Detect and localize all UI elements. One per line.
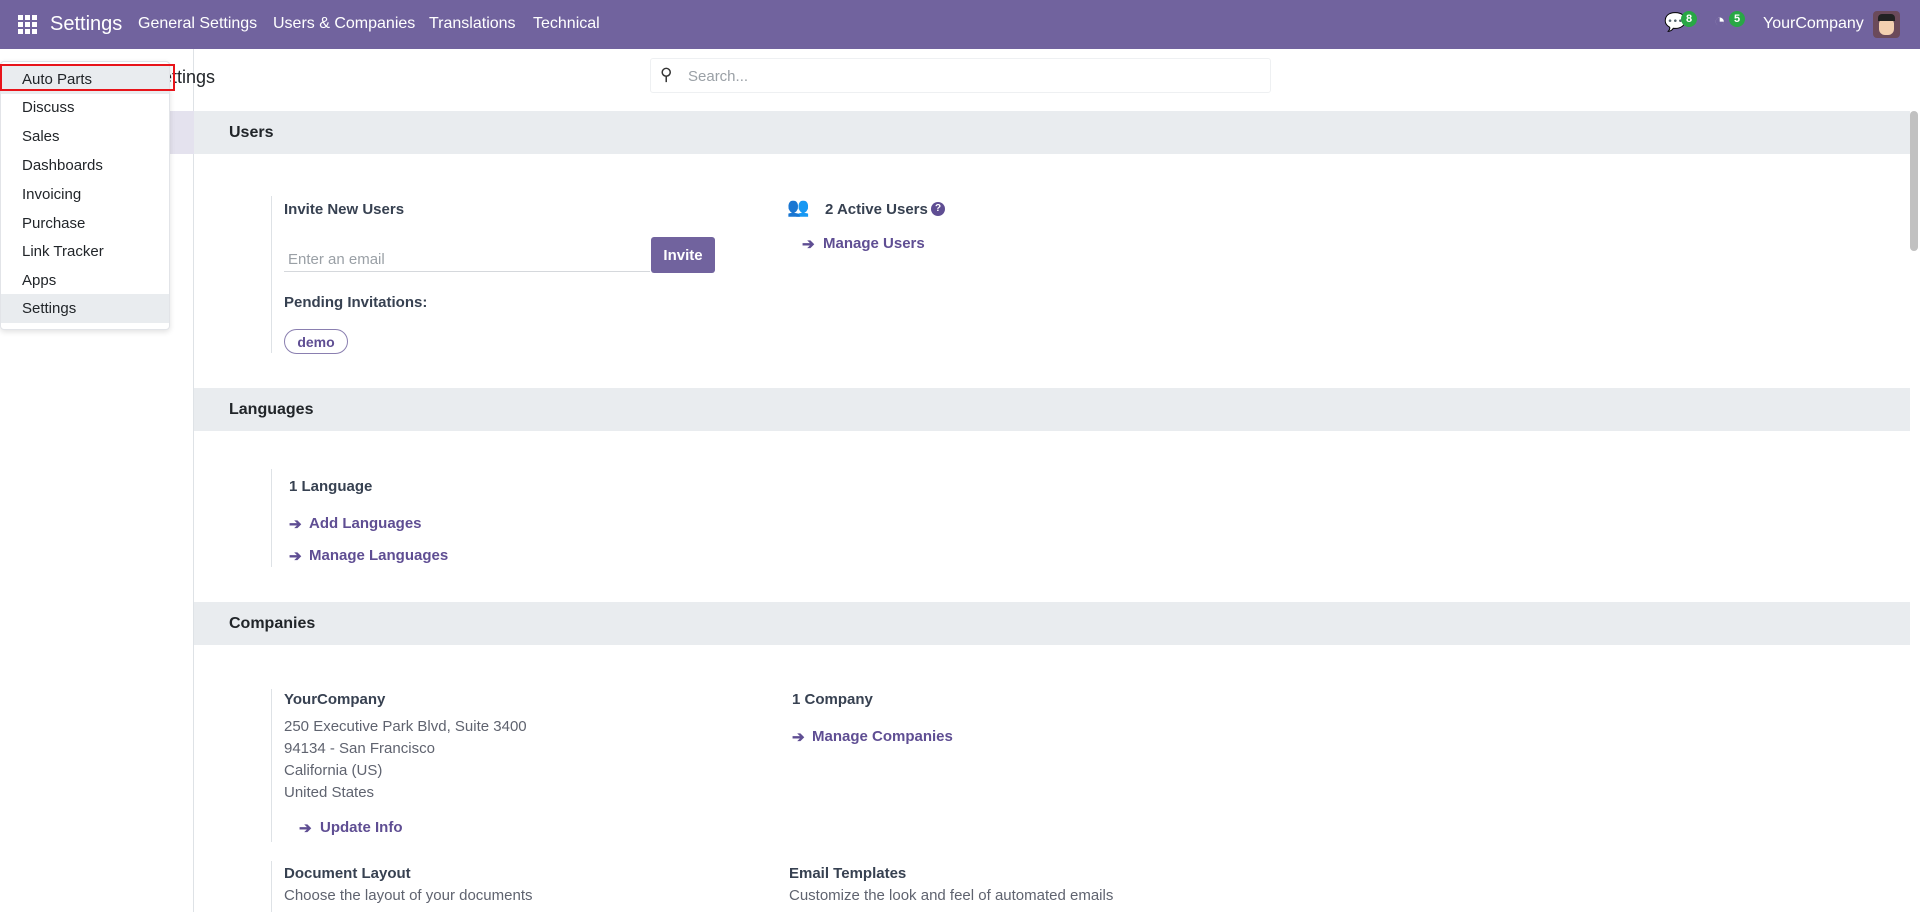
help-icon[interactable]: ?: [931, 202, 945, 216]
manage-companies-link[interactable]: Manage Companies: [812, 728, 953, 745]
apps-dropdown: Auto Parts Discuss Sales Dashboards Invo…: [0, 61, 170, 330]
email-templates-desc: Customize the look and feel of automated…: [789, 887, 1114, 904]
arrow-right-icon: ➔: [802, 236, 815, 253]
arrow-right-icon: ➔: [289, 548, 302, 565]
highlight-box: [0, 64, 175, 91]
invite-email-input[interactable]: Enter an email: [284, 245, 650, 272]
email-placeholder: Enter an email: [288, 251, 385, 268]
section-header-users: Users: [194, 111, 1910, 154]
app-item-dashboards[interactable]: Dashboards: [1, 151, 169, 180]
app-item-settings[interactable]: Settings: [1, 294, 169, 323]
scrollbar-thumb[interactable]: [1910, 111, 1918, 251]
arrow-right-icon: ➔: [289, 516, 302, 533]
search-input[interactable]: Search...: [688, 68, 748, 85]
divider: [271, 196, 272, 353]
company-switcher[interactable]: YourCompany: [1763, 15, 1864, 33]
divider: [271, 861, 272, 912]
manage-users-link[interactable]: Manage Users: [823, 235, 925, 252]
top-navbar: Settings General Settings Users & Compan…: [0, 0, 1920, 49]
app-item-invoicing[interactable]: Invoicing: [1, 180, 169, 209]
manage-languages-link[interactable]: Manage Languages: [309, 547, 448, 564]
section-header-companies: Companies: [194, 602, 1910, 645]
address-line: 250 Executive Park Blvd, Suite 3400: [284, 718, 527, 735]
invite-button[interactable]: Invite: [651, 237, 715, 273]
email-templates-title: Email Templates: [789, 865, 907, 882]
language-count: 1 Language: [289, 478, 373, 495]
user-avatar[interactable]: [1873, 11, 1900, 38]
app-item-sales[interactable]: Sales: [1, 122, 169, 151]
invite-label: Invite New Users: [284, 201, 405, 218]
search-bar[interactable]: ⚲ Search...: [650, 58, 1271, 93]
apps-menu-icon[interactable]: [18, 15, 37, 34]
app-item-link-tracker[interactable]: Link Tracker: [1, 237, 169, 266]
address-line: California (US): [284, 762, 383, 779]
section-header-languages: Languages: [194, 388, 1910, 431]
activities-badge: 5: [1729, 11, 1746, 27]
document-layout-desc: Choose the layout of your documents: [284, 887, 533, 904]
divider: [271, 469, 272, 567]
update-info-link[interactable]: Update Info: [320, 819, 403, 836]
company-name: YourCompany: [284, 691, 386, 708]
pending-invite-badge[interactable]: demo: [284, 329, 348, 354]
app-item-purchase[interactable]: Purchase: [1, 209, 169, 238]
address-line: 94134 - San Francisco: [284, 740, 435, 757]
add-languages-link[interactable]: Add Languages: [309, 515, 422, 532]
arrow-right-icon: ➔: [299, 820, 312, 837]
app-brand[interactable]: Settings: [50, 13, 122, 36]
menu-users-companies[interactable]: Users & Companies: [273, 15, 415, 33]
menu-translations[interactable]: Translations: [429, 15, 516, 33]
activity-clock-icon[interactable]: ◔: [1714, 11, 1725, 33]
pending-invitations-label: Pending Invitations:: [284, 294, 428, 311]
company-count: 1 Company: [792, 691, 873, 708]
messages-badge: 8: [1681, 11, 1698, 27]
users-group-icon: 👥: [787, 197, 810, 217]
active-users-count: 2 Active Users: [825, 201, 928, 218]
arrow-right-icon: ➔: [792, 729, 805, 746]
address-line: United States: [284, 784, 375, 801]
menu-general-settings[interactable]: General Settings: [138, 15, 257, 33]
menu-technical[interactable]: Technical: [533, 15, 600, 33]
search-icon: ⚲: [660, 65, 673, 84]
document-layout-title: Document Layout: [284, 865, 411, 882]
app-item-discuss[interactable]: Discuss: [1, 93, 169, 122]
divider: [271, 689, 272, 842]
app-item-apps[interactable]: Apps: [1, 266, 169, 295]
